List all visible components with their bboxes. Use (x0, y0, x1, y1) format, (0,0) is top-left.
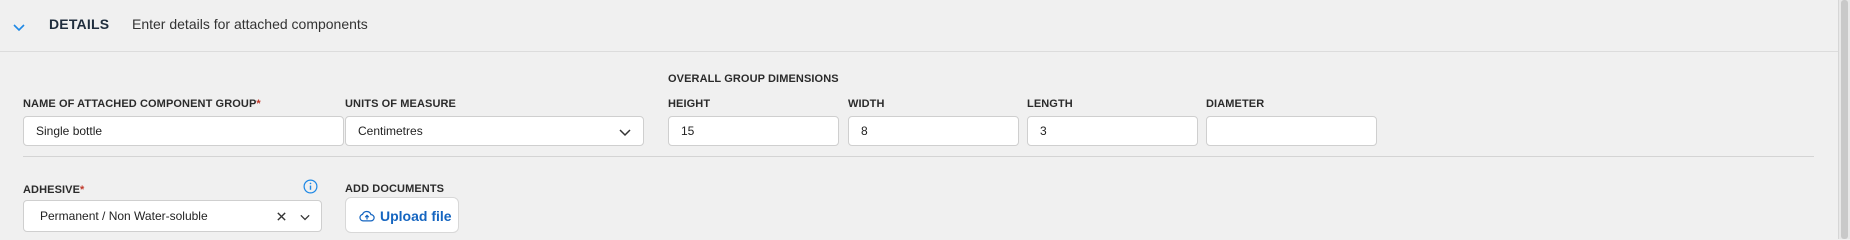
chevron-down-icon (619, 129, 631, 137)
group-name-input[interactable]: Single bottle (23, 116, 344, 146)
group-name-label: NAME OF ATTACHED COMPONENT GROUP* (23, 98, 261, 110)
adhesive-select[interactable]: Permanent / Non Water-soluble (23, 200, 322, 232)
length-label: LENGTH (1027, 98, 1073, 110)
upload-file-label: Upload file (380, 208, 452, 224)
dimensions-heading: OVERALL GROUP DIMENSIONS (668, 73, 839, 85)
info-icon[interactable] (303, 179, 318, 194)
chevron-down-icon[interactable] (11, 19, 27, 35)
section-title: DETAILS (49, 16, 110, 32)
height-input[interactable]: 15 (668, 116, 839, 146)
section-divider (23, 156, 1814, 157)
length-value: 3 (1040, 124, 1047, 138)
group-name-value: Single bottle (36, 124, 103, 138)
required-mark: * (256, 98, 261, 110)
upload-file-button[interactable]: Upload file (345, 197, 459, 233)
units-value: Centimetres (358, 124, 423, 138)
section-subtitle: Enter details for attached components (132, 16, 368, 32)
units-label: UNITS OF MEASURE (345, 98, 456, 110)
close-icon[interactable] (276, 211, 287, 222)
diameter-label: DIAMETER (1206, 98, 1265, 110)
width-label: WIDTH (848, 98, 885, 110)
adhesive-label-text: ADHESIVE (23, 184, 81, 196)
required-mark: * (80, 184, 85, 196)
diameter-input[interactable] (1206, 116, 1377, 146)
adhesive-value: Permanent / Non Water-soluble (40, 209, 208, 223)
group-name-label-text: NAME OF ATTACHED COMPONENT GROUP (23, 98, 257, 110)
cloud-upload-icon (359, 210, 375, 222)
units-select[interactable]: Centimetres (345, 116, 644, 146)
chevron-down-icon[interactable] (300, 212, 310, 222)
add-documents-label: ADD DOCUMENTS (345, 183, 445, 195)
adhesive-label: ADHESIVE* (23, 184, 84, 196)
height-label: HEIGHT (668, 98, 711, 110)
height-value: 15 (681, 124, 695, 138)
section-header[interactable]: DETAILS Enter details for attached compo… (0, 0, 1838, 52)
vertical-scrollbar[interactable] (1838, 0, 1850, 239)
scrollbar-thumb[interactable] (1841, 0, 1848, 239)
length-input[interactable]: 3 (1027, 116, 1198, 146)
width-value: 8 (861, 124, 868, 138)
width-input[interactable]: 8 (848, 116, 1019, 146)
